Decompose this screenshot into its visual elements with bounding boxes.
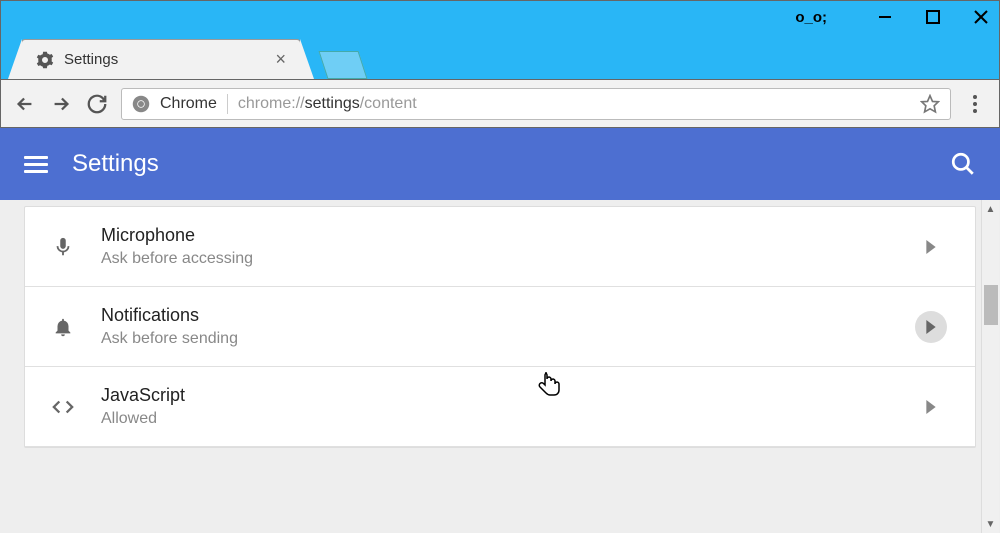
scroll-up-button[interactable]: ▲ (982, 200, 999, 218)
scroll-down-button[interactable]: ▼ (982, 515, 999, 533)
settings-content: Microphone Ask before accessing Notifica… (0, 200, 1000, 533)
omnibox-separator (227, 94, 228, 114)
back-button[interactable] (13, 92, 37, 116)
maximize-button[interactable] (923, 7, 943, 27)
gear-icon (36, 51, 54, 69)
setting-title: Notifications (101, 305, 238, 326)
menu-button[interactable] (24, 156, 48, 173)
minimize-button[interactable] (875, 7, 895, 27)
page-title: Settings (72, 150, 159, 178)
bell-icon (43, 316, 83, 338)
setting-subtitle: Ask before accessing (101, 250, 253, 268)
settings-app-bar: Settings (0, 128, 1000, 200)
setting-microphone[interactable]: Microphone Ask before accessing (25, 207, 975, 287)
omnibox-chrome-label: Chrome (160, 95, 217, 113)
tab-strip: Settings × (21, 39, 363, 79)
setting-javascript[interactable]: JavaScript Allowed (25, 367, 975, 447)
search-button[interactable] (950, 151, 976, 177)
setting-subtitle: Ask before sending (101, 330, 238, 348)
microphone-icon (43, 236, 83, 258)
tab-settings[interactable]: Settings × (21, 39, 301, 79)
browser-toolbar: Chrome chrome://settings/content (0, 80, 1000, 128)
setting-title: Microphone (101, 225, 253, 246)
new-tab-button[interactable] (318, 51, 367, 79)
reload-button[interactable] (85, 92, 109, 116)
window-titlebar: o_o; Settings × (0, 0, 1000, 80)
setting-notifications[interactable]: Notifications Ask before sending (25, 287, 975, 367)
code-icon (43, 396, 83, 418)
bookmark-star-icon[interactable] (920, 94, 940, 114)
setting-subtitle: Allowed (101, 410, 185, 428)
scrollbar[interactable]: ▲ ▼ (981, 200, 999, 533)
tab-close-icon[interactable]: × (275, 49, 286, 70)
omnibox-url: chrome://settings/content (238, 95, 417, 113)
window-emoji: o_o; (795, 9, 827, 26)
scroll-thumb[interactable] (984, 285, 998, 325)
forward-button[interactable] (49, 92, 73, 116)
address-bar[interactable]: Chrome chrome://settings/content (121, 88, 951, 120)
content-settings-list: Microphone Ask before accessing Notifica… (24, 206, 976, 448)
browser-menu-button[interactable] (963, 92, 987, 116)
chevron-right-icon (915, 311, 947, 343)
chrome-icon (132, 95, 150, 113)
chevron-right-icon (915, 231, 947, 263)
chevron-right-icon (915, 391, 947, 423)
tab-title: Settings (64, 51, 118, 68)
close-button[interactable] (971, 7, 991, 27)
setting-title: JavaScript (101, 385, 185, 406)
